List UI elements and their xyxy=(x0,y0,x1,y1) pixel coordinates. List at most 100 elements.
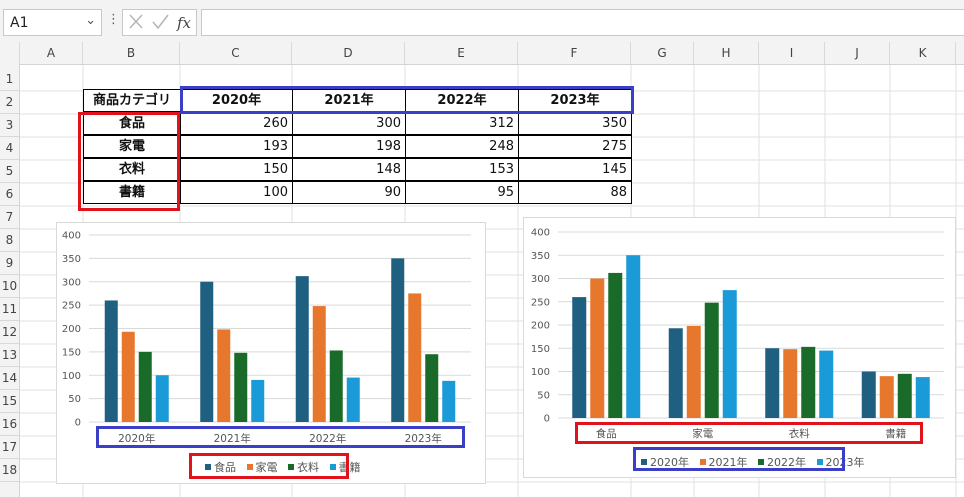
table-cell[interactable]: 312 xyxy=(405,112,519,135)
column-header-f[interactable]: F xyxy=(518,42,631,64)
table-corner-header[interactable]: 商品カテゴリ xyxy=(83,89,181,112)
bar xyxy=(138,351,152,422)
row-header[interactable]: 3 xyxy=(0,114,19,137)
column-header-e[interactable]: E xyxy=(405,42,518,64)
column-header-c[interactable]: C xyxy=(180,42,292,64)
row-header[interactable]: 18 xyxy=(0,459,19,482)
row-header[interactable]: 1 xyxy=(0,68,19,91)
bar xyxy=(765,348,780,418)
row-header[interactable]: 9 xyxy=(0,252,19,275)
y-tick-label: 150 xyxy=(62,347,81,358)
category-label[interactable]: 書籍 xyxy=(83,181,181,204)
formula-input[interactable] xyxy=(201,9,964,36)
column-header-g[interactable]: G xyxy=(631,42,694,64)
row-header[interactable]: 8 xyxy=(0,229,19,252)
row-header[interactable]: 10 xyxy=(0,275,19,298)
table-cell[interactable]: 148 xyxy=(292,158,406,181)
legend-item: 食品 xyxy=(205,459,236,475)
table-cell[interactable]: 350 xyxy=(518,112,632,135)
fx-icon[interactable]: fx xyxy=(176,14,192,32)
row-header[interactable]: 11 xyxy=(0,298,19,321)
more-options-icon[interactable]: ⋮ xyxy=(107,12,120,27)
table-cell[interactable]: 153 xyxy=(405,158,519,181)
x-tick-label: 2023年 xyxy=(405,432,442,445)
chart-by-category-legend: 2020年 2021年 2022年 2023年 xyxy=(641,454,872,470)
formula-actions: fx xyxy=(122,9,197,36)
table-cell[interactable]: 260 xyxy=(180,112,293,135)
column-headers: A B C D E F G H I J K xyxy=(0,42,964,65)
row-header[interactable]: 15 xyxy=(0,390,19,413)
table-cell[interactable]: 248 xyxy=(405,135,519,158)
row-header[interactable]: 14 xyxy=(0,367,19,390)
y-tick-label: 200 xyxy=(62,324,81,335)
bar xyxy=(217,329,231,422)
category-label[interactable]: 食品 xyxy=(83,112,181,135)
column-header-b[interactable]: B xyxy=(83,42,180,64)
row-header[interactable]: 6 xyxy=(0,183,19,206)
year-header[interactable]: 2023年 xyxy=(518,89,632,112)
table-cell[interactable]: 193 xyxy=(180,135,293,158)
chart-by-category[interactable]: 0 50 100 150 200 250 300 350 400 食品 家電 衣料 書籍 2020年 2… xyxy=(523,217,956,478)
table-cell[interactable]: 90 xyxy=(292,181,406,204)
bar xyxy=(408,293,422,422)
bar xyxy=(801,346,816,418)
select-all-corner[interactable] xyxy=(0,42,20,64)
legend-label: 食品 xyxy=(214,461,236,474)
close-icon[interactable] xyxy=(129,14,143,29)
table-cell[interactable]: 100 xyxy=(180,181,293,204)
x-tick-label: 書籍 xyxy=(885,427,906,440)
row-header[interactable]: 7 xyxy=(0,206,19,229)
bar xyxy=(897,373,912,418)
bar xyxy=(121,331,135,422)
table-cell[interactable]: 300 xyxy=(292,112,406,135)
column-header-d[interactable]: D xyxy=(292,42,405,64)
bar xyxy=(312,306,326,422)
column-header-j[interactable]: J xyxy=(825,42,890,64)
check-icon[interactable] xyxy=(152,14,169,30)
legend-swatch xyxy=(758,459,764,465)
table-cell[interactable]: 275 xyxy=(518,135,632,158)
x-tick-label: 家電 xyxy=(692,427,713,440)
table-cell[interactable]: 88 xyxy=(518,181,632,204)
row-header[interactable]: 5 xyxy=(0,160,19,183)
category-label[interactable]: 家電 xyxy=(83,135,181,158)
y-tick-label: 350 xyxy=(62,254,81,265)
column-header-i[interactable]: I xyxy=(759,42,825,64)
row-header[interactable]: 17 xyxy=(0,436,19,459)
table-cell[interactable]: 198 xyxy=(292,135,406,158)
category-label[interactable]: 衣料 xyxy=(83,158,181,181)
bar xyxy=(879,376,894,418)
y-tick-label: 100 xyxy=(531,367,550,378)
formula-bar: A1 ⌄ ⋮ fx xyxy=(0,0,964,43)
chart-by-year-plot: 0 50 100 150 200 250 300 350 400 2020年 2021年 2022年 2… xyxy=(62,231,471,445)
chevron-down-icon[interactable]: ⌄ xyxy=(85,13,96,28)
y-tick-label: 400 xyxy=(62,231,81,242)
name-box[interactable]: A1 ⌄ xyxy=(3,9,102,36)
column-header-h[interactable]: H xyxy=(694,42,759,64)
legend-item: 2022年 xyxy=(758,454,806,470)
year-header[interactable]: 2021年 xyxy=(292,89,406,112)
legend-label: 2021年 xyxy=(708,456,748,469)
table-cell[interactable]: 145 xyxy=(518,158,632,181)
bar xyxy=(425,354,439,422)
legend-swatch xyxy=(816,459,823,465)
year-header[interactable]: 2020年 xyxy=(180,89,293,112)
row-header[interactable]: 4 xyxy=(0,137,19,160)
y-tick-label: 250 xyxy=(531,297,550,308)
column-header-k[interactable]: K xyxy=(890,42,956,64)
name-box-value: A1 xyxy=(10,15,29,31)
table-cell[interactable]: 150 xyxy=(180,158,293,181)
row-header[interactable]: 13 xyxy=(0,344,19,367)
table-cell[interactable]: 95 xyxy=(405,181,519,204)
row-header[interactable]: 12 xyxy=(0,321,19,344)
formula-action-icons: fx xyxy=(129,14,192,32)
legend-swatch xyxy=(641,459,647,465)
year-header[interactable]: 2022年 xyxy=(405,89,519,112)
chart-by-year[interactable]: 0 50 100 150 200 250 300 350 400 2020年 2021年 2022年 2… xyxy=(56,222,486,484)
legend-item: 2021年 xyxy=(699,454,748,470)
row-header[interactable]: 2 xyxy=(0,91,19,114)
column-header-a[interactable]: A xyxy=(20,42,83,64)
bar xyxy=(329,350,343,422)
row-header[interactable]: 16 xyxy=(0,413,19,436)
bar xyxy=(915,377,930,418)
